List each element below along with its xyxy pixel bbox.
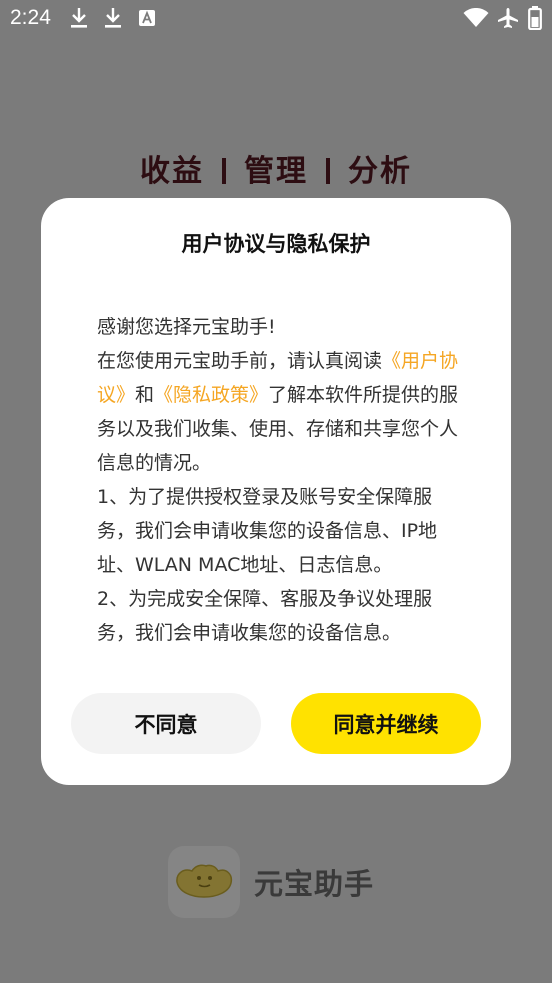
brand: 元宝助手 xyxy=(168,846,374,918)
headline-analysis: 分析 xyxy=(348,154,412,189)
privacy-policy-link[interactable]: 《隐私政策》 xyxy=(154,384,268,406)
dialog-body[interactable]: 感谢您选择元宝助手! 在您使用元宝助手前，请认真阅读《用户协议》和《隐私政策》了… xyxy=(97,310,461,660)
greeting-text: 感谢您选择元宝助手! xyxy=(97,316,276,338)
headline-separator xyxy=(222,158,226,184)
headline-management: 管理 xyxy=(244,154,308,189)
app-logo-icon xyxy=(168,846,240,918)
headline-separator xyxy=(326,158,330,184)
dialog-title: 用户协议与隐私保护 xyxy=(181,232,371,256)
wifi-icon xyxy=(463,8,489,27)
and-text: 和 xyxy=(135,384,155,406)
download-icon xyxy=(105,8,121,28)
item-1-text: 1、为了提供授权登录及账号安全保障服务，我们会申请收集您的设备信息、IP地址、W… xyxy=(97,486,438,576)
battery-icon xyxy=(528,6,542,30)
download-icon xyxy=(71,8,87,28)
privacy-dialog: 用户协议与隐私保护 感谢您选择元宝助手! 在您使用元宝助手前，请认真阅读《用户协… xyxy=(41,198,511,785)
headline-earnings: 收益 xyxy=(140,154,204,189)
disagree-button[interactable]: 不同意 xyxy=(71,693,261,754)
background-headline: 收益 管理 分析 xyxy=(0,146,552,190)
font-icon xyxy=(139,10,155,26)
airplane-icon xyxy=(498,8,518,28)
item-2-text: 2、为完成安全保障、客服及争议处理服务，我们会申请收集您的设备信息。 xyxy=(97,588,433,644)
status-bar: 2:24 xyxy=(0,0,552,38)
intro-before-text: 在您使用元宝助手前，请认真阅读 xyxy=(97,350,383,372)
status-time: 2:24 xyxy=(10,6,51,29)
agree-continue-button[interactable]: 同意并继续 xyxy=(291,693,481,754)
intro-paragraph: 在您使用元宝助手前，请认真阅读《用户协议》和《隐私政策》了解本软件所提供的服务以… xyxy=(97,344,461,480)
brand-name: 元宝助手 xyxy=(254,867,375,901)
